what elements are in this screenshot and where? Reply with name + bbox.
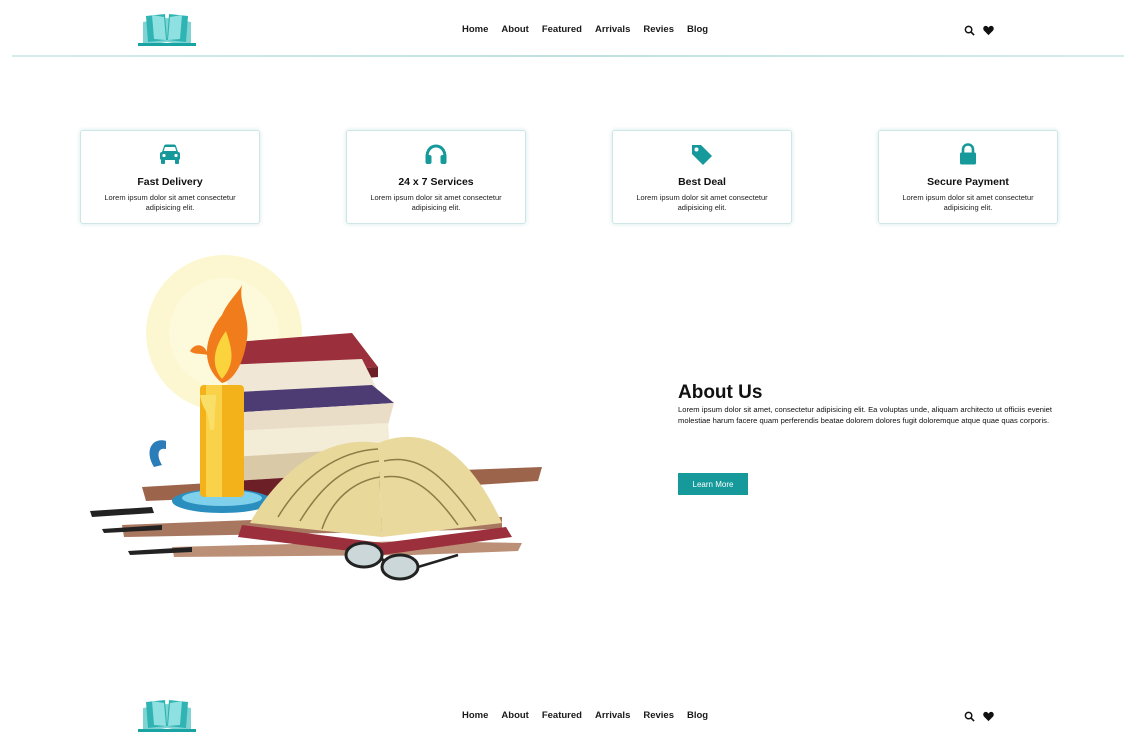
nav-reviews[interactable]: Revies: [643, 24, 674, 35]
navbar-divider: [12, 55, 1124, 57]
feature-card-secure-payment: Secure Payment Lorem ipsum dolor sit ame…: [878, 130, 1058, 224]
nav-about[interactable]: About: [501, 710, 528, 721]
heart-icon[interactable]: [983, 711, 994, 722]
nav-icons: [964, 711, 994, 722]
nav-home[interactable]: Home: [462, 24, 488, 35]
nav-links: Home About Featured Arrivals Revies Blog: [462, 24, 721, 35]
feature-card-24x7-services: 24 x 7 Services Lorem ipsum dolor sit am…: [346, 130, 526, 224]
lock-icon: [960, 143, 976, 165]
tag-icon: [692, 145, 712, 165]
books-candle-illustration: [90, 255, 542, 581]
feature-card-best-deal: Best Deal Lorem ipsum dolor sit amet con…: [612, 130, 792, 224]
nav-home[interactable]: Home: [462, 710, 488, 721]
feature-description: Lorem ipsum dolor sit amet consectetur a…: [636, 193, 768, 212]
feature-title: Best Deal: [678, 176, 726, 188]
nav-arrivals[interactable]: Arrivals: [595, 24, 630, 35]
feature-title: Secure Payment: [927, 176, 1009, 188]
top-navbar: Home About Featured Arrivals Revies Blog: [0, 0, 1124, 57]
feature-description: Lorem ipsum dolor sit amet consectetur a…: [902, 193, 1034, 212]
feature-description: Lorem ipsum dolor sit amet consectetur a…: [370, 193, 502, 212]
about-title: About Us: [678, 382, 763, 403]
feature-title: Fast Delivery: [137, 176, 203, 188]
nav-links: Home About Featured Arrivals Revies Blog: [462, 710, 721, 721]
nav-about[interactable]: About: [501, 24, 528, 35]
feature-description: Lorem ipsum dolor sit amet consectetur a…: [104, 193, 236, 212]
car-icon: [160, 144, 180, 164]
nav-blog[interactable]: Blog: [687, 24, 708, 35]
features-section: Fast Delivery Lorem ipsum dolor sit amet…: [80, 130, 1060, 226]
search-icon[interactable]: [964, 25, 975, 36]
nav-icons: [964, 25, 994, 36]
headphones-icon: [425, 144, 447, 164]
about-text: Lorem ipsum dolor sit amet, consectetur …: [678, 405, 1052, 425]
feature-title: 24 x 7 Services: [398, 176, 474, 188]
nav-reviews[interactable]: Revies: [643, 710, 674, 721]
book-logo-icon[interactable]: [136, 698, 198, 734]
search-icon[interactable]: [964, 711, 975, 722]
feature-card-fast-delivery: Fast Delivery Lorem ipsum dolor sit amet…: [80, 130, 260, 224]
book-logo-icon[interactable]: [136, 12, 198, 48]
nav-featured[interactable]: Featured: [542, 24, 582, 35]
learn-more-button[interactable]: Learn More: [678, 473, 748, 495]
nav-blog[interactable]: Blog: [687, 710, 708, 721]
heart-icon[interactable]: [983, 25, 994, 36]
nav-arrivals[interactable]: Arrivals: [595, 710, 630, 721]
nav-featured[interactable]: Featured: [542, 710, 582, 721]
